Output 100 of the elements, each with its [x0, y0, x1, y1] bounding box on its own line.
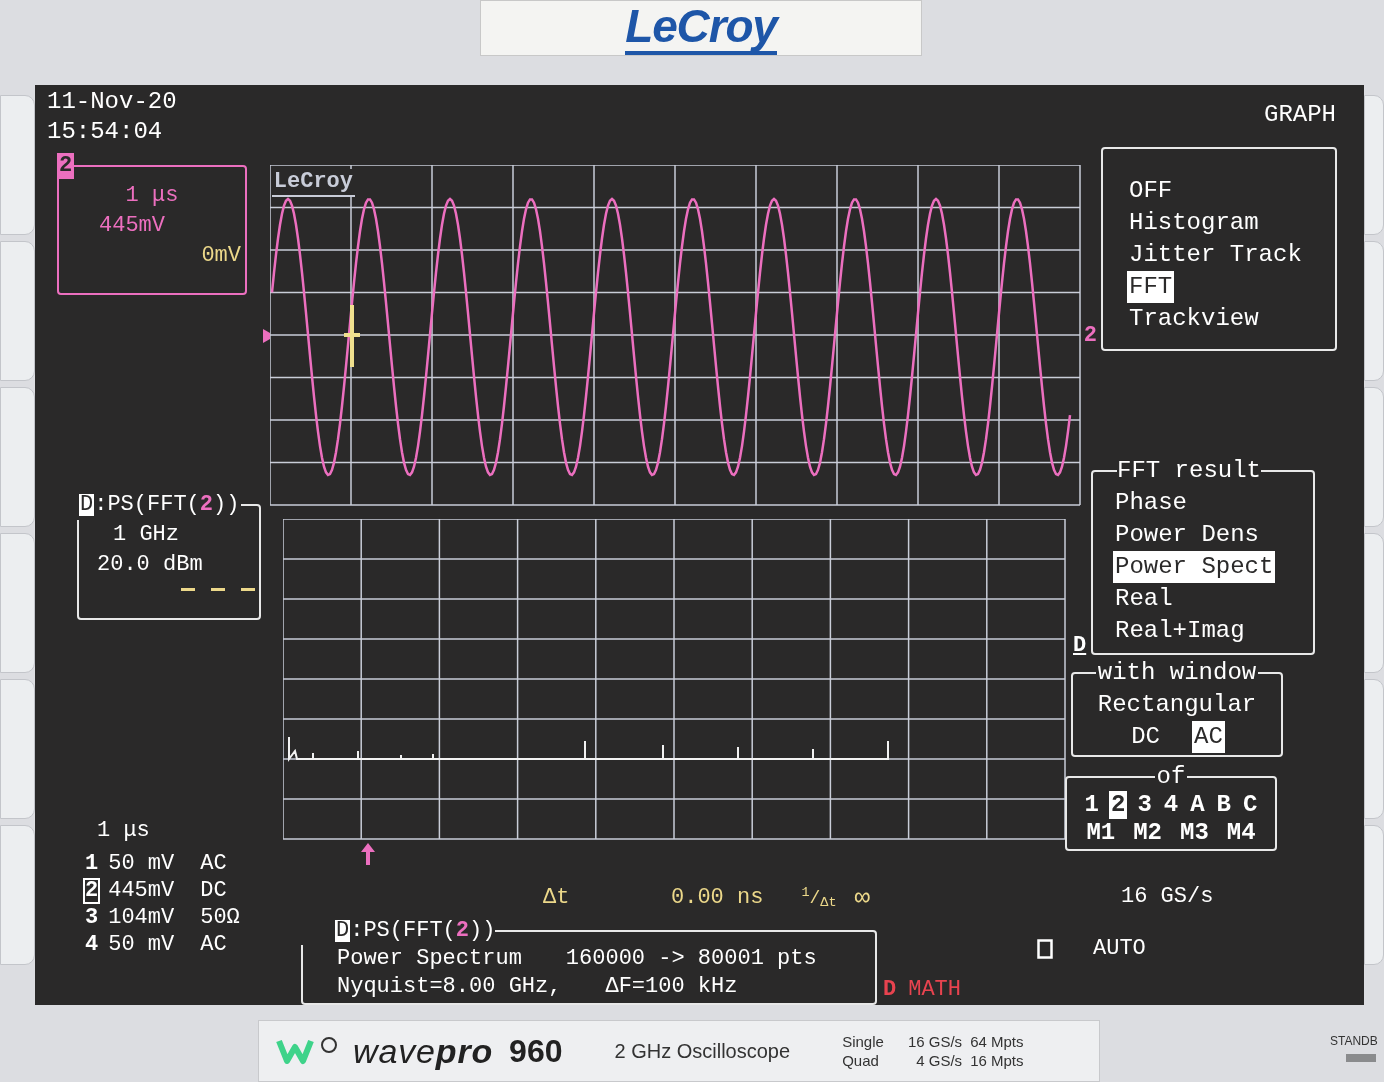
spec-mode: Single — [842, 1032, 885, 1051]
model-number: 960 — [509, 1032, 563, 1071]
bezel-button[interactable] — [1364, 241, 1384, 381]
trigger-arrow-icon — [361, 843, 375, 865]
menu-title: GRAPH — [1264, 100, 1336, 130]
menu-option[interactable]: M3 — [1178, 819, 1211, 847]
scale-text: 445mV — [99, 212, 165, 240]
cursor-marker-drawing — [343, 305, 360, 367]
menu-option[interactable]: 2 — [1109, 791, 1128, 819]
channel-number[interactable]: 3 — [83, 904, 101, 931]
bezel-button[interactable] — [0, 95, 35, 235]
menu-option[interactable]: Jitter Track — [1127, 239, 1304, 271]
channel-scale: 50 mV — [108, 931, 176, 958]
menu-option[interactable]: Power Spect — [1113, 551, 1276, 583]
time-text: 15:54:04 — [47, 117, 164, 147]
menu-option[interactable]: M4 — [1224, 819, 1258, 847]
channel-scale: 445mV — [108, 877, 176, 904]
menu-option[interactable]: FFT — [1127, 271, 1175, 303]
frequency-text: 1 GHz — [112, 521, 180, 549]
menu-option[interactable]: 4 — [1161, 791, 1181, 819]
menu-option[interactable]: Real — [1113, 583, 1175, 615]
menu-option[interactable]: Histogram — [1127, 207, 1261, 239]
bezel-button[interactable] — [1364, 95, 1384, 235]
formula-end: )) — [213, 491, 240, 519]
standby-label: STANDB — [1330, 1033, 1378, 1050]
menu-option[interactable]: A — [1188, 791, 1207, 819]
menu-option[interactable]: DC — [1129, 721, 1162, 753]
channel-number[interactable]: 2 — [83, 877, 101, 904]
menu-option[interactable]: 3 — [1135, 791, 1154, 819]
bezel-button[interactable] — [0, 241, 35, 381]
menu-option[interactable]: Phase — [1113, 487, 1189, 519]
standby-button[interactable] — [1346, 1054, 1376, 1062]
menu-title: FFT result — [1117, 456, 1262, 486]
menu-option[interactable]: OFF — [1127, 175, 1175, 207]
channel-coupling: 50Ω — [200, 904, 240, 931]
spec-rate: 16 GS/s — [906, 1032, 963, 1051]
spec-memory: 16 Mpts — [970, 1051, 1024, 1070]
bezel-button[interactable] — [1364, 825, 1384, 965]
timebase-text: 1 μs — [125, 182, 179, 210]
channel-coupling: DC — [200, 877, 227, 904]
channel-number[interactable]: 1 — [83, 850, 101, 877]
menu-title: of — [1155, 763, 1187, 791]
spec-mode: Quad — [842, 1051, 880, 1070]
channel-tag: 2 — [57, 153, 75, 179]
bezel-button[interactable] — [0, 533, 35, 673]
math-trace-label: D — [1073, 632, 1087, 660]
cursor-value: 0.00 ns — [671, 884, 764, 912]
menu-option[interactable]: M1 — [1084, 819, 1118, 847]
bezel-button[interactable] — [1364, 679, 1384, 819]
resolution-text: ΔF=100 kHz — [605, 973, 738, 1001]
description-text: 2 GHz Oscilloscope — [614, 1039, 791, 1064]
menu-option[interactable]: B — [1214, 791, 1233, 819]
channel-scale: 50 mV — [108, 850, 176, 877]
timebase-text: 1 μs — [96, 817, 151, 845]
status-mode: MATH — [908, 976, 961, 1004]
scale-text: 20.0 dBm — [97, 551, 204, 579]
menu-option[interactable]: AC — [1192, 721, 1225, 753]
formula-text: :PS(FFT( — [350, 917, 456, 945]
menu-option[interactable]: M2 — [1131, 819, 1164, 847]
spec-memory: 64 Mpts — [970, 1032, 1024, 1051]
bezel-button[interactable] — [0, 679, 35, 819]
menu-option[interactable]: Real+Imag — [1113, 615, 1247, 647]
cursor-label: $^{1}$/$_{Δt}$ — [801, 884, 837, 913]
bezel-button[interactable] — [0, 825, 35, 965]
channel-coupling: AC — [200, 931, 227, 958]
menu-option[interactable]: Trackview — [1127, 303, 1261, 335]
square-icon — [1037, 939, 1053, 959]
math-trace-label: D — [335, 920, 351, 942]
menu-title: with window — [1096, 658, 1258, 688]
source-channel: 2 — [455, 917, 470, 945]
math-trace-label: D — [79, 494, 95, 516]
formula-text: :PS(FFT( — [94, 491, 200, 519]
trace-label: 2 — [1083, 322, 1097, 350]
channel-coupling: AC — [200, 850, 227, 877]
grid-logo: LeCroy — [271, 169, 355, 197]
bezel-button[interactable] — [1364, 533, 1384, 673]
offset-text: 0mV — [201, 242, 242, 270]
status-trace: D — [883, 976, 897, 1004]
bezel-button[interactable] — [1364, 387, 1384, 527]
channel-number[interactable]: 4 — [83, 931, 101, 958]
sample-rate: 16 GS/s — [1121, 883, 1215, 911]
cursor-label: Δt — [543, 884, 571, 912]
trace-marker-icon — [263, 329, 270, 343]
bezel-button[interactable] — [0, 387, 35, 527]
date-text: 11-Nov-20 — [47, 87, 178, 117]
spec-rate: 4 GS/s — [915, 1051, 963, 1070]
points-text: 160000 -> 80001 pts — [565, 945, 817, 973]
source-channel: 2 — [199, 491, 214, 519]
trigger-mode: AUTO — [1093, 935, 1146, 963]
window-type: Rectangular — [1097, 690, 1257, 720]
cursor-value: ∞ — [854, 883, 871, 913]
function-text: Power Spectrum — [337, 945, 522, 973]
menu-option[interactable]: 1 — [1082, 791, 1101, 819]
series-name: wavepro — [353, 1030, 494, 1072]
channel-scale: 104mV — [108, 904, 176, 931]
menu-option[interactable]: Power Dens — [1113, 519, 1262, 551]
formula-end: )) — [469, 917, 496, 945]
nyquist-text: Nyquist=8.00 GHz, — [337, 973, 562, 1001]
logo-icon — [275, 1035, 339, 1067]
menu-option[interactable]: C — [1241, 791, 1260, 819]
